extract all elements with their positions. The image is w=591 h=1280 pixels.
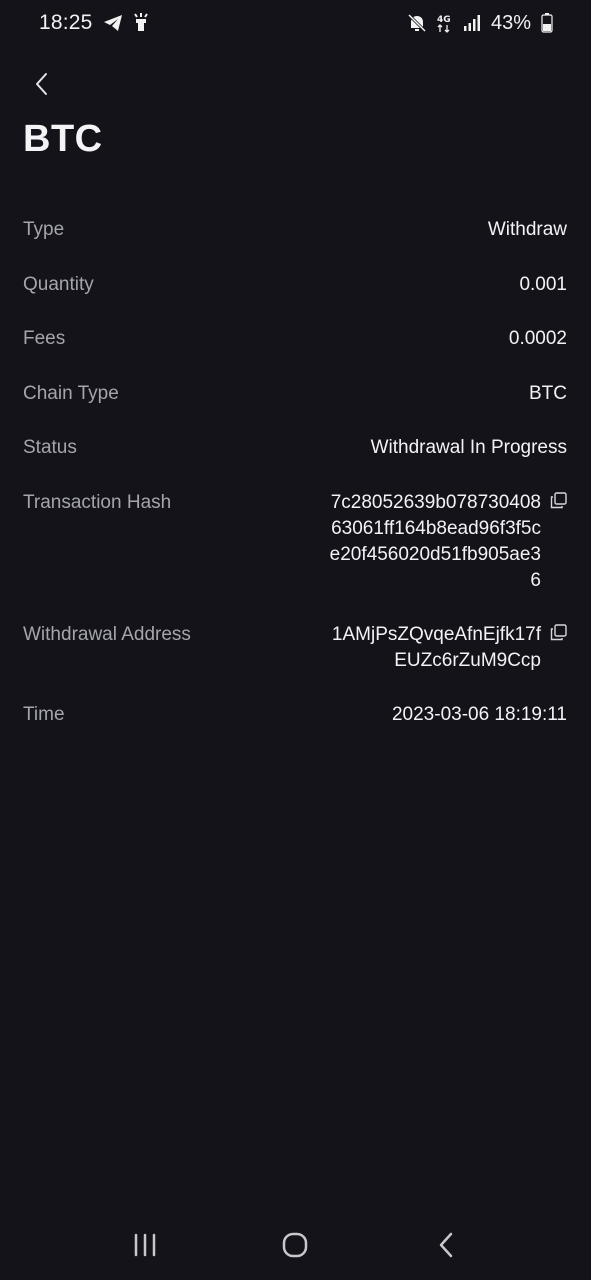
detail-row-status: Status Withdrawal In Progress	[23, 435, 567, 461]
detail-label: Type	[23, 219, 65, 240]
detail-row-quantity: Quantity 0.001	[23, 272, 567, 298]
detail-row-fees: Fees 0.0002	[23, 326, 567, 352]
detail-label: Time	[23, 704, 65, 725]
mute-icon	[407, 13, 427, 33]
back-button[interactable]	[26, 66, 56, 102]
detail-label: Chain Type	[23, 383, 119, 404]
transaction-hash-group: 7c28052639b07873040863061ff164b8ead96f3f…	[323, 490, 567, 594]
network-4g-icon: 4G	[437, 13, 453, 33]
nav-back-button[interactable]	[416, 1223, 476, 1267]
home-icon	[281, 1231, 309, 1259]
detail-label: Fees	[23, 328, 66, 349]
page-title: BTC	[23, 118, 103, 160]
battery-icon	[541, 13, 553, 33]
status-bar: 18:25 4G 43%	[0, 0, 591, 46]
detail-label: Transaction Hash	[23, 492, 172, 513]
detail-row-chain-type: Chain Type BTC	[23, 381, 567, 407]
detail-label: Quantity	[23, 274, 94, 295]
signal-icon	[463, 14, 481, 32]
detail-row-transaction-hash: Transaction Hash 7c28052639b078730408630…	[23, 490, 567, 594]
detail-label: Status	[23, 437, 77, 458]
recent-apps-button[interactable]	[115, 1223, 175, 1267]
copy-icon[interactable]	[549, 491, 567, 509]
back-icon	[438, 1231, 454, 1259]
copy-icon[interactable]	[549, 623, 567, 641]
system-nav-bar	[0, 1210, 591, 1280]
status-bar-left: 18:25	[39, 11, 149, 35]
detail-value: 0.001	[519, 274, 567, 295]
status-time: 18:25	[39, 11, 93, 34]
telegram-icon	[103, 14, 123, 32]
detail-value: Withdraw	[487, 219, 567, 240]
detail-value: Withdrawal In Progress	[370, 437, 567, 458]
withdrawal-address-value: 1AMjPsZQvqeAfnEjfk17fEUZc6rZuM9Ccp	[331, 624, 541, 671]
transaction-hash-value: 7c28052639b07873040863061ff164b8ead96f3f…	[329, 492, 541, 591]
flashlight-icon	[133, 13, 149, 33]
detail-row-time: Time 2023-03-06 18:19:11	[23, 702, 567, 728]
detail-value: BTC	[529, 383, 567, 404]
detail-value: 0.0002	[508, 328, 567, 349]
detail-row-withdrawal-address: Withdrawal Address 1AMjPsZQvqeAfnEjfk17f…	[23, 622, 567, 674]
withdrawal-address-group: 1AMjPsZQvqeAfnEjfk17fEUZc6rZuM9Ccp	[323, 622, 567, 674]
battery-percent: 43%	[490, 11, 531, 34]
svg-text:4G: 4G	[437, 15, 451, 25]
chevron-left-icon	[34, 72, 48, 96]
recent-apps-icon	[132, 1233, 158, 1257]
detail-label: Withdrawal Address	[23, 624, 191, 645]
home-button[interactable]	[265, 1223, 325, 1267]
status-bar-right: 4G 43%	[407, 12, 553, 35]
detail-row-type: Type Withdraw	[23, 217, 567, 243]
detail-value: 2023-03-06 18:19:11	[391, 704, 567, 725]
